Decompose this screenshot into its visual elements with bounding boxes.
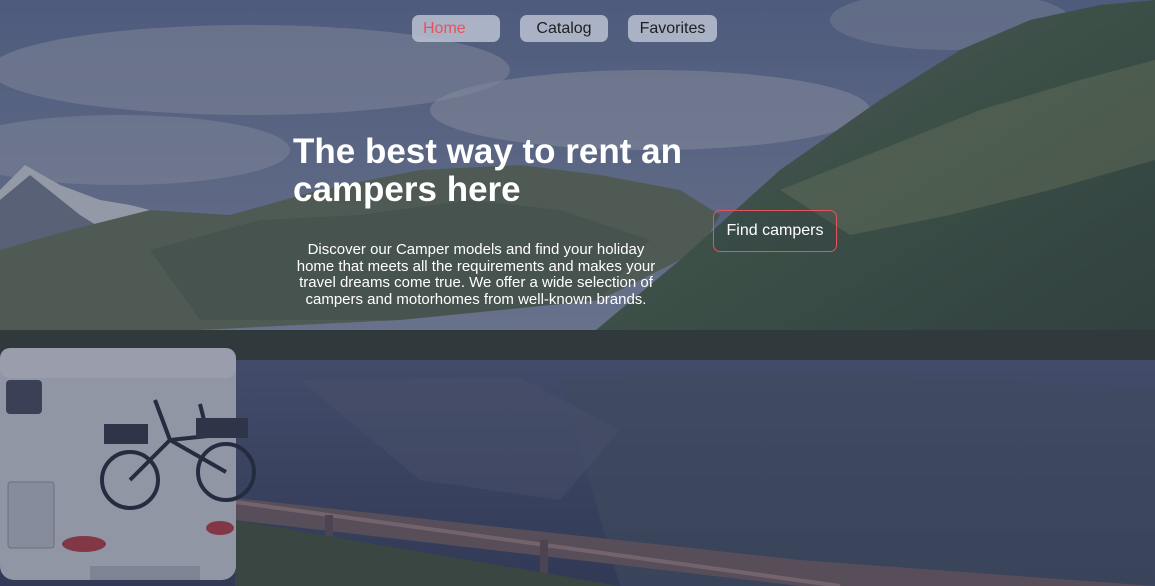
find-campers-button[interactable]: Find campers [713, 210, 837, 252]
nav-catalog-button[interactable]: Catalog [520, 15, 608, 42]
nav-favorites-button[interactable]: Favorites [628, 15, 717, 42]
main-navigation: Home Catalog Favorites [412, 15, 717, 42]
nav-home-button[interactable]: Home [412, 15, 500, 42]
hero-section: Home Catalog Favorites The best way to r… [0, 0, 1155, 586]
hero-title: The best way to rent an campers here [293, 132, 682, 209]
hero-description: Discover our Camper models and find your… [296, 241, 656, 308]
